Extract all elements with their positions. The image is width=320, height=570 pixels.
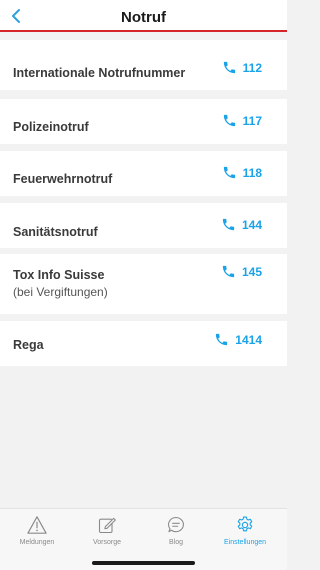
tab-meldungen[interactable]: Meldungen bbox=[2, 515, 72, 546]
phone-number: 112 bbox=[242, 60, 262, 75]
list-item[interactable]: Tox Info Suisse (bei Vergiftungen) 145 bbox=[0, 254, 287, 314]
warning-icon bbox=[27, 516, 47, 534]
entry-label: Feuerwehrnotruf bbox=[13, 172, 113, 186]
phone-link[interactable]: 144 bbox=[221, 217, 262, 232]
phone-link[interactable]: 118 bbox=[222, 165, 262, 180]
phone-number: 118 bbox=[242, 165, 262, 180]
phone-link[interactable]: 112 bbox=[222, 60, 262, 75]
phone-number: 145 bbox=[241, 264, 262, 279]
phone-icon bbox=[223, 61, 235, 74]
entry-label: Internationale Notrufnummer bbox=[13, 66, 186, 80]
tab-einstellungen[interactable]: Einstellungen bbox=[210, 515, 280, 546]
entry-label: Rega bbox=[13, 338, 44, 352]
entry-label: Polizeinotruf bbox=[13, 120, 89, 134]
phone-icon bbox=[223, 166, 235, 179]
edit-icon bbox=[98, 517, 116, 534]
list-item[interactable]: Polizeinotruf 117 bbox=[0, 99, 287, 144]
phone-number: 144 bbox=[241, 217, 262, 232]
tab-label: Vorsorge bbox=[92, 539, 122, 546]
entry-label: Tox Info Suisse bbox=[13, 268, 105, 282]
phone-link[interactable]: 1414 bbox=[214, 332, 262, 347]
phone-icon bbox=[222, 218, 235, 231]
tab-label: Blog bbox=[168, 539, 183, 546]
phone-link[interactable]: 145 bbox=[221, 264, 262, 279]
list-item[interactable]: Internationale Notrufnummer 112 bbox=[0, 40, 287, 90]
list-item[interactable]: Sanitätsnotruf 144 bbox=[0, 203, 287, 248]
page-title: Notruf bbox=[121, 9, 166, 26]
phone-icon bbox=[222, 265, 235, 278]
entry-subtitle: (bei Vergiftungen) bbox=[13, 285, 108, 299]
list-item[interactable]: Feuerwehrnotruf 118 bbox=[0, 151, 287, 196]
tab-vorsorge[interactable]: Vorsorge bbox=[72, 515, 142, 546]
home-indicator bbox=[92, 561, 195, 565]
tab-label: Meldungen bbox=[19, 539, 55, 546]
header: Notruf bbox=[0, 0, 287, 32]
phone-icon bbox=[216, 333, 228, 346]
phone-number: 1414 bbox=[235, 332, 262, 347]
phone-number: 117 bbox=[242, 113, 262, 128]
tab-label: Einstellungen bbox=[223, 539, 267, 546]
phone-link[interactable]: 117 bbox=[222, 113, 262, 128]
gear-icon bbox=[237, 516, 253, 532]
phone-icon bbox=[223, 114, 235, 127]
tab-blog[interactable]: Blog bbox=[141, 515, 211, 546]
entry-label: Sanitätsnotruf bbox=[13, 225, 98, 239]
list-item[interactable]: Rega 1414 bbox=[0, 321, 287, 366]
chat-icon bbox=[168, 516, 184, 533]
